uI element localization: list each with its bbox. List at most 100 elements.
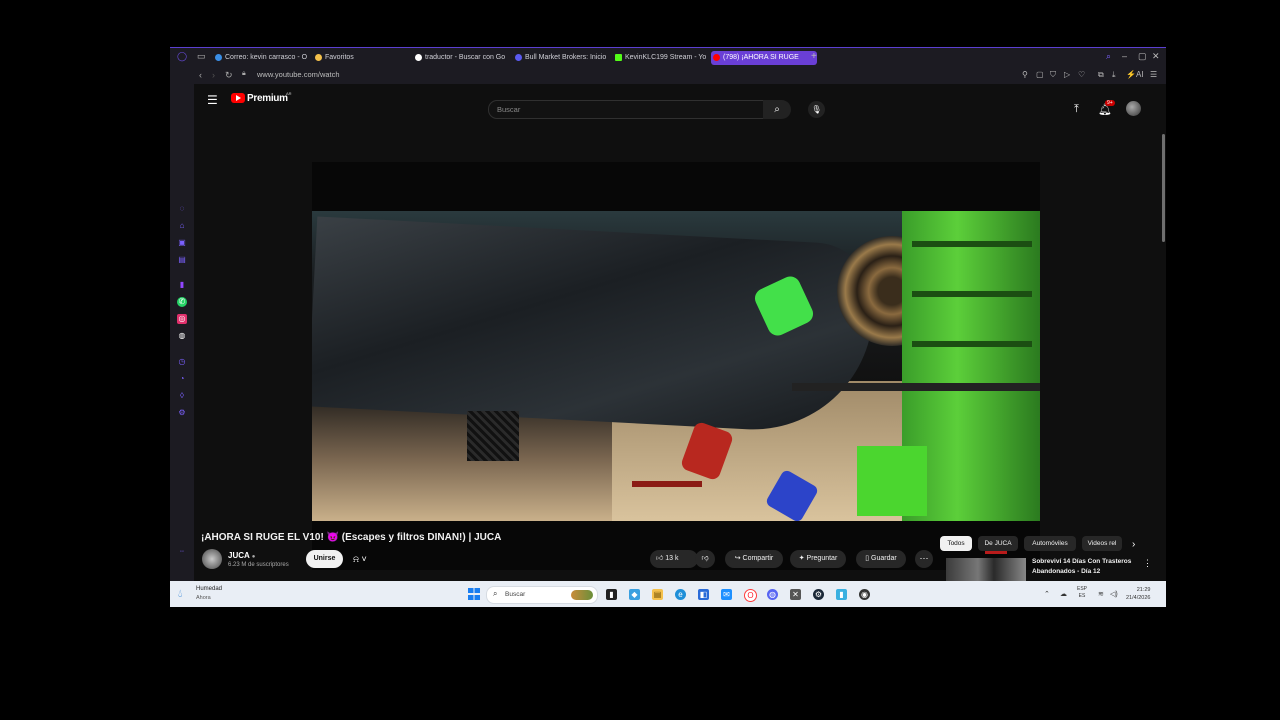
tray-cloud-icon[interactable]: ☁ [1060, 590, 1067, 598]
humidity-icon[interactable]: 💧︎ [178, 588, 182, 601]
history-icon[interactable]: ◔ [177, 374, 187, 384]
bulb-icon[interactable]: ◊ [177, 391, 187, 401]
maximize-icon[interactable]: ▢ [1138, 51, 1147, 62]
player-sidebar-icon[interactable]: ▤ [177, 255, 187, 265]
chip-from-channel[interactable]: De JUCA [978, 536, 1018, 551]
edge-icon[interactable]: e [675, 589, 686, 600]
tab-menu-icon[interactable]: ▭ [197, 51, 206, 62]
wifi-icon[interactable]: ≋ [1098, 590, 1104, 598]
opera-logo-icon[interactable]: ◯ [177, 51, 187, 62]
chat-icon[interactable]: ▣ [177, 238, 187, 248]
discord-icon[interactable]: ◍ [177, 331, 187, 341]
chip-cars[interactable]: Automóviles [1024, 536, 1076, 551]
language-indicator[interactable]: ESP ES [1077, 586, 1087, 600]
close-icon[interactable]: ✕ [1152, 51, 1160, 62]
shield-icon[interactable]: ⛉ [1050, 70, 1056, 80]
join-button[interactable]: Unirse [306, 550, 343, 568]
download-icon[interactable]: ⤓ [1112, 70, 1116, 80]
aria-icon[interactable]: ◌ [177, 204, 187, 214]
snapshot-icon[interactable]: ▢ [1036, 70, 1044, 79]
ai-button[interactable]: ⚡AI [1126, 70, 1144, 79]
steam-icon[interactable]: ⚙ [813, 589, 824, 600]
tab-favorites[interactable]: Favoritos [313, 51, 395, 65]
tab-mail[interactable]: Correo: kevin carrasco - O [213, 51, 315, 65]
scroll-thumb[interactable] [1162, 134, 1165, 242]
whatsapp-icon[interactable]: ✆ [177, 297, 187, 307]
tray-chevron-icon[interactable]: ⌃ [1044, 590, 1050, 598]
youtube-logo-icon[interactable] [231, 93, 245, 103]
back-icon[interactable]: ‹ [199, 70, 202, 80]
new-tab-button[interactable]: + [811, 51, 817, 62]
pin-icon[interactable]: ⚲ [1022, 70, 1028, 79]
account-avatar[interactable] [1126, 101, 1141, 116]
recommended-thumbnail[interactable] [946, 558, 1026, 581]
instagram-icon[interactable]: ◎ [177, 314, 187, 324]
recommended-title[interactable]: Sobreviví 14 Días Con Trasteros Abandona… [1032, 557, 1142, 577]
video-player[interactable] [312, 162, 1040, 570]
voice-search-button[interactable]: 🎙︎ [808, 101, 825, 118]
system-clock[interactable]: 21:29 21/4/2026 [1126, 586, 1150, 602]
recommended-more-icon[interactable]: ⋮ [1143, 558, 1152, 569]
channel-name[interactable]: JUCA ● [228, 551, 255, 560]
minimize-icon[interactable]: – [1122, 51, 1127, 61]
like-button[interactable]: 👍︎ 13 k [650, 550, 698, 568]
forward-icon[interactable]: › [212, 70, 215, 80]
lock-icon: 🔒︎ [242, 70, 246, 77]
reload-icon[interactable]: ↻ [225, 70, 233, 81]
ask-button[interactable]: ✦ Preguntar [790, 550, 846, 568]
search-tabs-icon[interactable]: ⌕ [1106, 51, 1111, 62]
tool-taskbar-icon[interactable]: ✕ [790, 589, 801, 600]
desktop-screen: ◯ ▭ Correo: kevin carrasco - O Favoritos… [170, 47, 1166, 607]
chips-next-icon[interactable]: › [1132, 539, 1135, 550]
widgets-icon[interactable]: ◆ [629, 589, 640, 600]
keyboard-code: ES [1078, 593, 1086, 599]
search-button[interactable]: ⌕ [763, 100, 791, 119]
chip-all[interactable]: Todos [940, 536, 972, 551]
extensions-icon[interactable]: ⧉ [1098, 70, 1104, 80]
share-label: Compartir [742, 555, 774, 562]
menu-icon[interactable]: ☰ [1150, 70, 1157, 79]
channel-avatar[interactable] [202, 549, 222, 569]
discord-taskbar-icon[interactable]: ◍ [767, 589, 778, 600]
opera-taskbar-icon[interactable]: O [744, 589, 757, 602]
url-field[interactable]: www.youtube.com/watch [257, 70, 340, 79]
weather-title[interactable]: Humedad [196, 586, 222, 592]
language-code: ESP [1077, 586, 1088, 592]
green-box [857, 446, 927, 516]
tab-kick-stream[interactable]: KevinKLC199 Stream - Yo [613, 51, 717, 65]
subscription-bell-icon[interactable]: ⍾ ˅ [353, 550, 367, 568]
twitch-icon[interactable]: ▮ [177, 280, 187, 290]
youtube-premium-brand[interactable]: Premium [247, 93, 288, 104]
upload-icon[interactable]: ⤒ [1074, 103, 1079, 116]
tab-broker[interactable]: Bull Market Brokers: Inicio [513, 51, 615, 65]
obs-icon[interactable]: ◉ [859, 589, 870, 600]
windows-taskbar: 💧︎ Humedad Ahora ⌕ Buscar ▮ ◆ ▤ e ◧ ✉ O … [170, 581, 1166, 607]
player-icon[interactable]: ▷ [1064, 70, 1070, 79]
tab-youtube-active[interactable]: (798) ¡AHORA SI RUGE [711, 51, 817, 65]
chip-related[interactable]: Videos rel [1082, 536, 1122, 551]
mail-favicon-icon [215, 54, 222, 61]
drawer [912, 241, 1032, 247]
hamburger-menu-icon[interactable]: ☰ [207, 93, 218, 107]
app-taskbar-icon[interactable]: ▮ [836, 589, 847, 600]
bag-icon[interactable]: ⌂ [177, 221, 187, 231]
search-input[interactable]: Buscar [488, 100, 765, 119]
taskbar-search-input[interactable]: ⌕ Buscar [486, 586, 598, 604]
mail-app-icon[interactable]: ✉ [721, 589, 732, 600]
more-actions-button[interactable]: ⋯ [915, 550, 933, 568]
clock-icon[interactable]: ◷ [177, 357, 187, 367]
share-button[interactable]: ↪ Compartir [725, 550, 783, 568]
save-button[interactable]: ▯ Guardar [856, 550, 906, 568]
region-code: AR [286, 91, 292, 96]
settings-icon[interactable]: ⚙ [177, 408, 187, 418]
store-icon[interactable]: ◧ [698, 589, 709, 600]
tab-label: KevinKLC199 Stream - Yo [625, 54, 707, 61]
task-view-icon[interactable]: ▮ [606, 589, 617, 600]
volume-icon[interactable]: ◁) [1110, 590, 1118, 598]
heart-icon[interactable]: ♡ [1078, 70, 1085, 79]
dislike-button[interactable]: 👎︎ [695, 550, 715, 568]
file-explorer-icon[interactable]: ▤ [652, 589, 663, 600]
more-sidebar-icon[interactable]: ◦◦ [177, 547, 187, 557]
tab-translator[interactable]: traductor - Buscar con Go [413, 51, 515, 65]
start-windows-icon[interactable] [468, 588, 480, 600]
